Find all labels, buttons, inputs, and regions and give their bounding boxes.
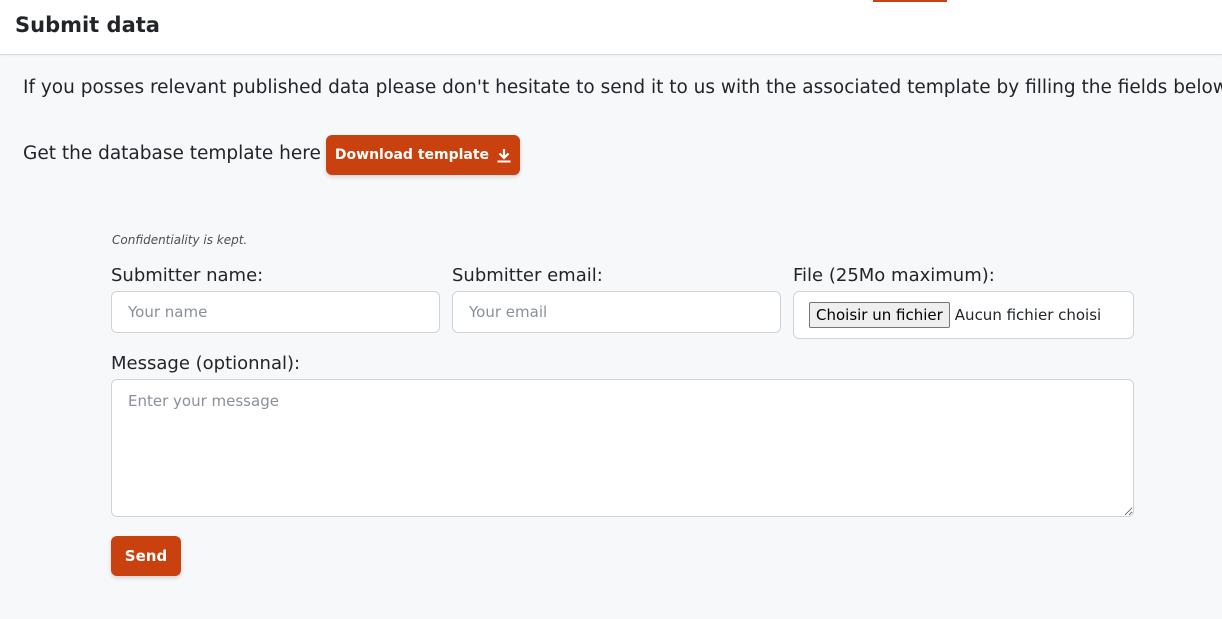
download-icon <box>497 148 511 162</box>
send-button[interactable]: Send <box>111 536 181 576</box>
message-label: Message (optionnal): <box>111 353 301 374</box>
page-header: Submit data <box>0 0 1222 55</box>
file-status: Aucun fichier choisi <box>954 306 1102 324</box>
name-label: Submitter name: <box>111 265 264 286</box>
name-input[interactable] <box>111 291 440 333</box>
download-template-label: Download template <box>334 147 490 163</box>
confidentiality-note: Confidentiality is kept. <box>112 233 248 247</box>
template-label: Get the database template here : <box>23 143 333 164</box>
email-label: Submitter email: <box>452 265 603 286</box>
file-input[interactable]: Choisir un fichier Aucun fichier choisi <box>793 291 1134 339</box>
file-label: File (25Mo maximum): <box>793 265 995 286</box>
choose-file-button[interactable]: Choisir un fichier <box>809 302 950 328</box>
message-textarea[interactable] <box>111 379 1134 517</box>
active-tab-indicator <box>873 0 947 2</box>
email-input[interactable] <box>452 291 781 333</box>
page-title: Submit data <box>15 13 160 37</box>
intro-text: If you posses relevant published data pl… <box>23 77 1222 98</box>
download-template-button[interactable]: Download template <box>326 135 520 175</box>
